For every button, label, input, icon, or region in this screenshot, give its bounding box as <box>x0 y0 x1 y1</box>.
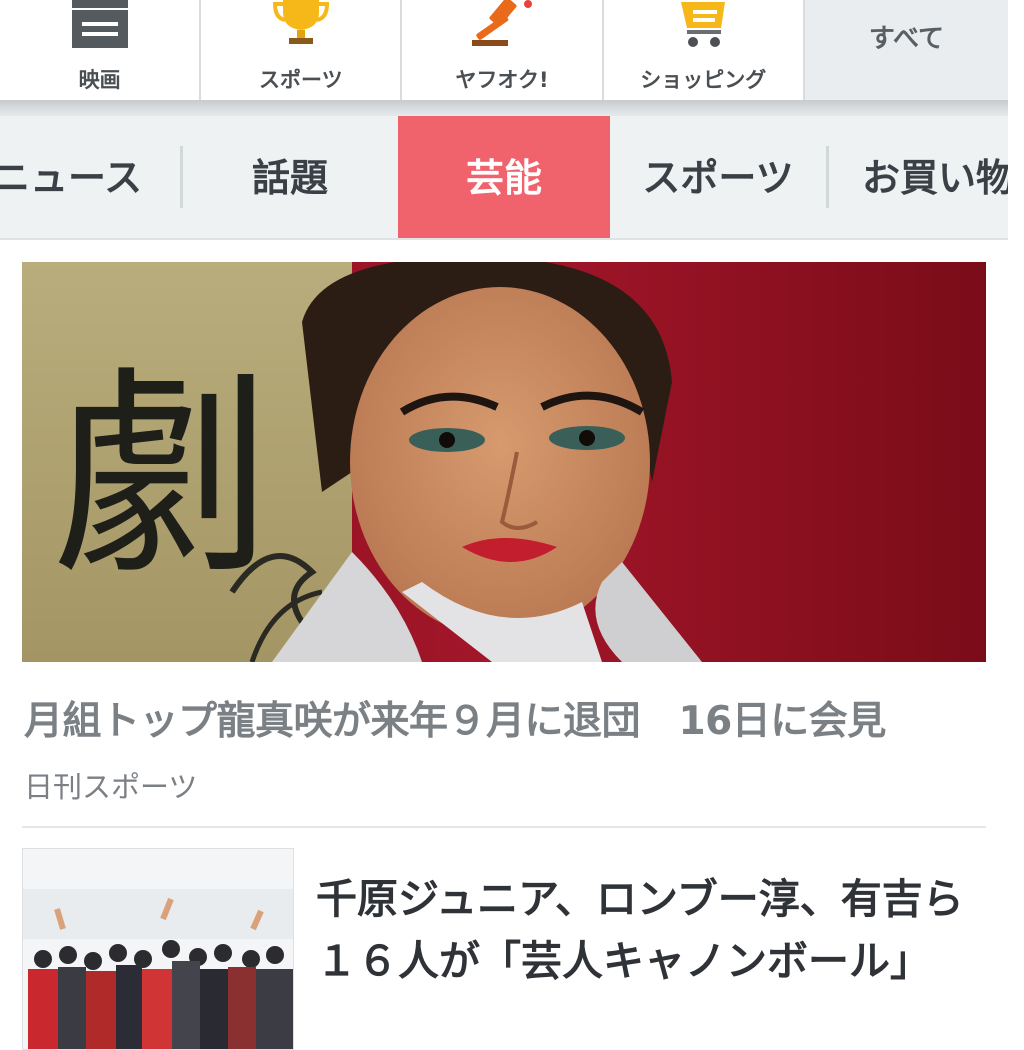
tab-divider <box>180 146 183 208</box>
hero-article-title[interactable]: 月組トップ龍真咲が来年９月に退団 16日に会見 <box>24 690 994 746</box>
service-shortcuts: 映画 スポーツ ヤフオク! ショッピング すべて <box>0 0 1008 100</box>
article-thumbnail[interactable] <box>22 848 294 1050</box>
category-tabs: ニュース 話題 芸能 スポーツ お買い物 <box>0 116 1008 240</box>
service-auctions[interactable]: ヤフオク! <box>402 0 602 100</box>
tab-topics[interactable]: 話題 <box>184 116 396 240</box>
hero-article-source: 日刊スポーツ <box>24 770 198 804</box>
tab-sports[interactable]: スポーツ <box>612 116 824 240</box>
service-label: 映画 <box>78 68 121 92</box>
service-sports[interactable]: スポーツ <box>201 0 401 100</box>
trophy-icon <box>201 0 400 54</box>
service-label: ヤフオク! <box>455 68 549 92</box>
clapperboard-icon <box>0 0 199 54</box>
tab-divider <box>826 146 829 208</box>
service-movies[interactable]: 映画 <box>0 0 200 100</box>
tabs-bottom-border <box>0 238 1008 240</box>
service-row-shadow <box>0 100 1008 116</box>
article-divider <box>22 826 986 828</box>
sign-glyph: 劇 <box>52 348 272 604</box>
service-shopping[interactable]: ショッピング <box>603 0 803 100</box>
cart-icon <box>604 0 803 54</box>
service-all-label: すべて <box>868 24 944 54</box>
hero-article-image[interactable]: 劇 <box>22 262 986 662</box>
service-label: ショッピング <box>640 68 767 92</box>
tab-shopping[interactable]: お買い物 <box>862 116 1008 240</box>
article-title[interactable]: 千原ジュニア、ロンブー淳、有吉ら１６人が「芸人キャノンボール」 <box>316 868 976 992</box>
service-all-button[interactable]: すべて <box>804 0 1008 100</box>
tab-news[interactable]: ニュース <box>0 116 162 240</box>
service-label: スポーツ <box>259 68 343 92</box>
tab-entertainment[interactable]: 芸能 <box>398 116 610 240</box>
gavel-icon <box>402 0 601 54</box>
